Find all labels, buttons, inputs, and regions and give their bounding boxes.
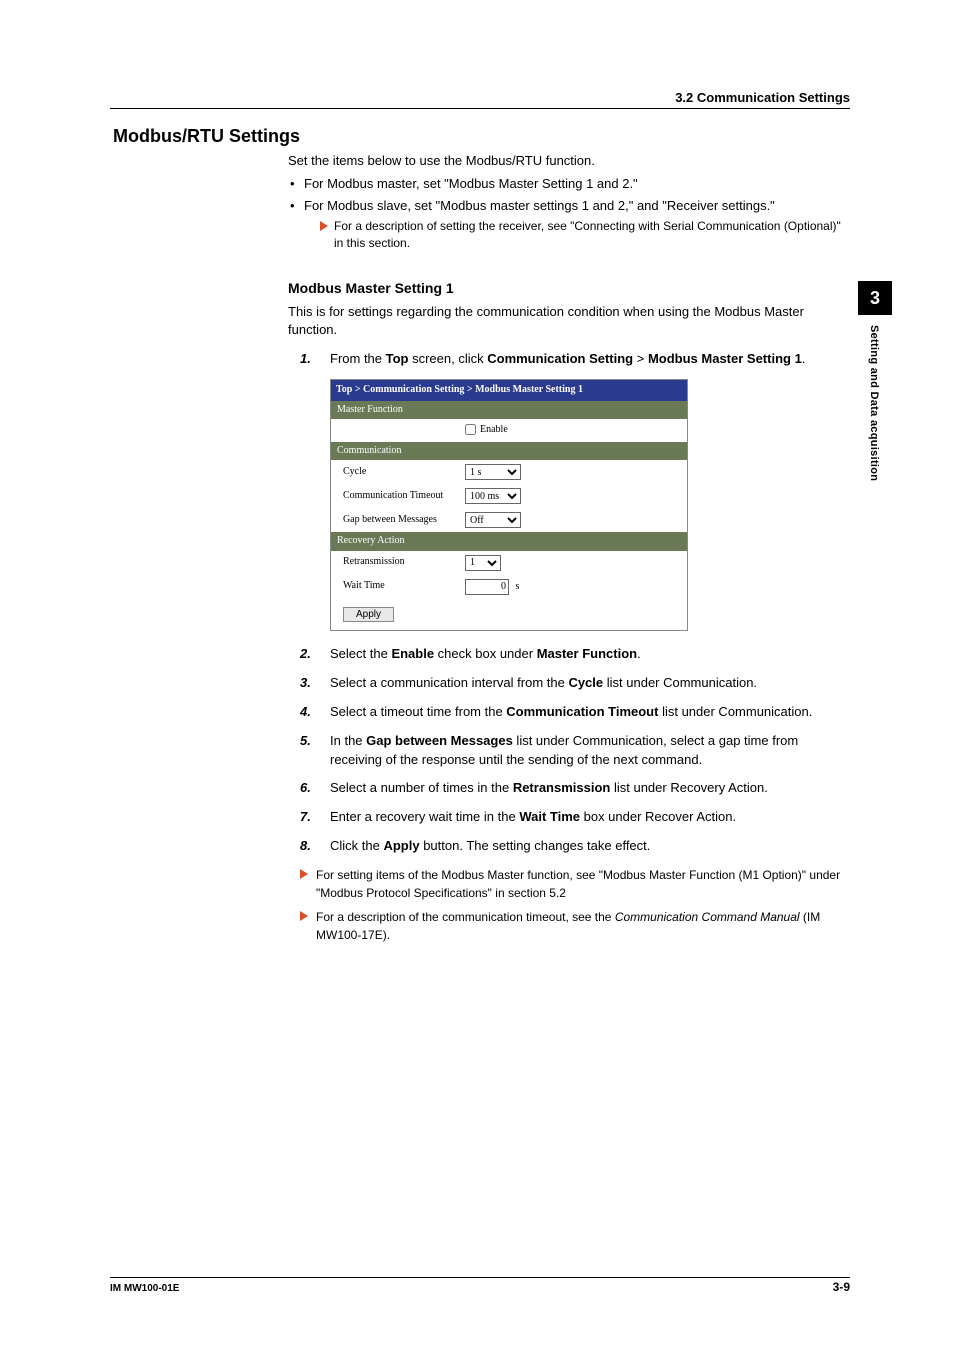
step-number: 5.: [300, 732, 311, 751]
wait-time-input[interactable]: [465, 579, 509, 595]
ref-note: For setting items of the Modbus Master f…: [288, 866, 850, 902]
ref-note: For a description of setting the receive…: [304, 218, 850, 253]
fig-section-communication: Communication: [331, 442, 687, 461]
fig-label: Gap between Messages: [343, 513, 465, 528]
step-item: 4. Select a timeout time from the Commun…: [288, 703, 850, 722]
fig-row-gap: Gap between Messages Off: [331, 508, 687, 532]
step-item: 7. Enter a recovery wait time in the Wai…: [288, 808, 850, 827]
step-number: 3.: [300, 674, 311, 693]
fig-label: Retransmission: [343, 555, 465, 570]
enable-checkbox[interactable]: [465, 424, 476, 435]
ref-note: For a description of the communication t…: [288, 908, 850, 944]
step-number: 6.: [300, 779, 311, 798]
retrans-select[interactable]: 1: [465, 555, 501, 571]
page-title: Modbus/RTU Settings: [113, 126, 300, 147]
cycle-select[interactable]: 1 s: [465, 464, 521, 480]
settings-screenshot: Top > Communication Setting > Modbus Mas…: [330, 379, 688, 631]
step-item: 1. From the Top screen, click Communicat…: [288, 350, 850, 369]
fig-label: Wait Time: [343, 579, 465, 594]
step-item: 8. Click the Apply button. The setting c…: [288, 837, 850, 856]
footer-manual-id: IM MW100-01E: [110, 1283, 179, 1294]
fig-row-cycle: Cycle 1 s: [331, 460, 687, 484]
step-number: 2.: [300, 645, 311, 664]
fig-row-enable: Enable: [331, 419, 687, 442]
fig-row-timeout: Communication Timeout 100 ms: [331, 484, 687, 508]
wait-unit: s: [516, 581, 520, 592]
header-divider: [110, 108, 850, 109]
fig-label: Cycle: [343, 465, 465, 480]
timeout-select[interactable]: 100 ms: [465, 488, 521, 504]
content-body: Set the items below to use the Modbus/RT…: [288, 152, 850, 950]
fig-breadcrumb: Top > Communication Setting > Modbus Mas…: [331, 380, 687, 401]
fig-section-master: Master Function: [331, 401, 687, 420]
bullet-item: For Modbus slave, set "Modbus master set…: [288, 197, 850, 253]
step-item: 5. In the Gap between Messages list unde…: [288, 732, 850, 770]
fig-row-retrans: Retransmission 1: [331, 551, 687, 575]
step-number: 8.: [300, 837, 311, 856]
apply-button[interactable]: Apply: [343, 607, 394, 622]
intro-bullets: For Modbus master, set "Modbus Master Se…: [288, 175, 850, 252]
footer-page-number: 3-9: [833, 1280, 850, 1294]
step-number: 4.: [300, 703, 311, 722]
step-list: 1. From the Top screen, click Communicat…: [288, 350, 850, 369]
gap-select[interactable]: Off: [465, 512, 521, 528]
intro-text: Set the items below to use the Modbus/RT…: [288, 152, 850, 171]
chapter-number: 3: [858, 281, 892, 315]
enable-checkbox-label[interactable]: Enable: [465, 424, 508, 435]
step-number: 1.: [300, 350, 311, 369]
fig-label: Communication Timeout: [343, 489, 465, 504]
subsection-desc: This is for settings regarding the commu…: [288, 303, 850, 341]
section-header: 3.2 Communication Settings: [675, 90, 850, 105]
footer-divider: [110, 1277, 850, 1278]
bullet-item: For Modbus master, set "Modbus Master Se…: [288, 175, 850, 194]
fig-row-wait: Wait Time s: [331, 575, 687, 599]
step-item: 3. Select a communication interval from …: [288, 674, 850, 693]
step-item: 2. Select the Enable check box under Mas…: [288, 645, 850, 664]
chapter-tab: 3 Setting and Data acquisition: [858, 281, 892, 481]
fig-section-recovery: Recovery Action: [331, 532, 687, 551]
step-list-cont: 2. Select the Enable check box under Mas…: [288, 645, 850, 856]
subsection-heading: Modbus Master Setting 1: [288, 278, 850, 298]
chapter-title: Setting and Data acquisition: [868, 325, 880, 481]
step-number: 7.: [300, 808, 311, 827]
step-item: 6. Select a number of times in the Retra…: [288, 779, 850, 798]
